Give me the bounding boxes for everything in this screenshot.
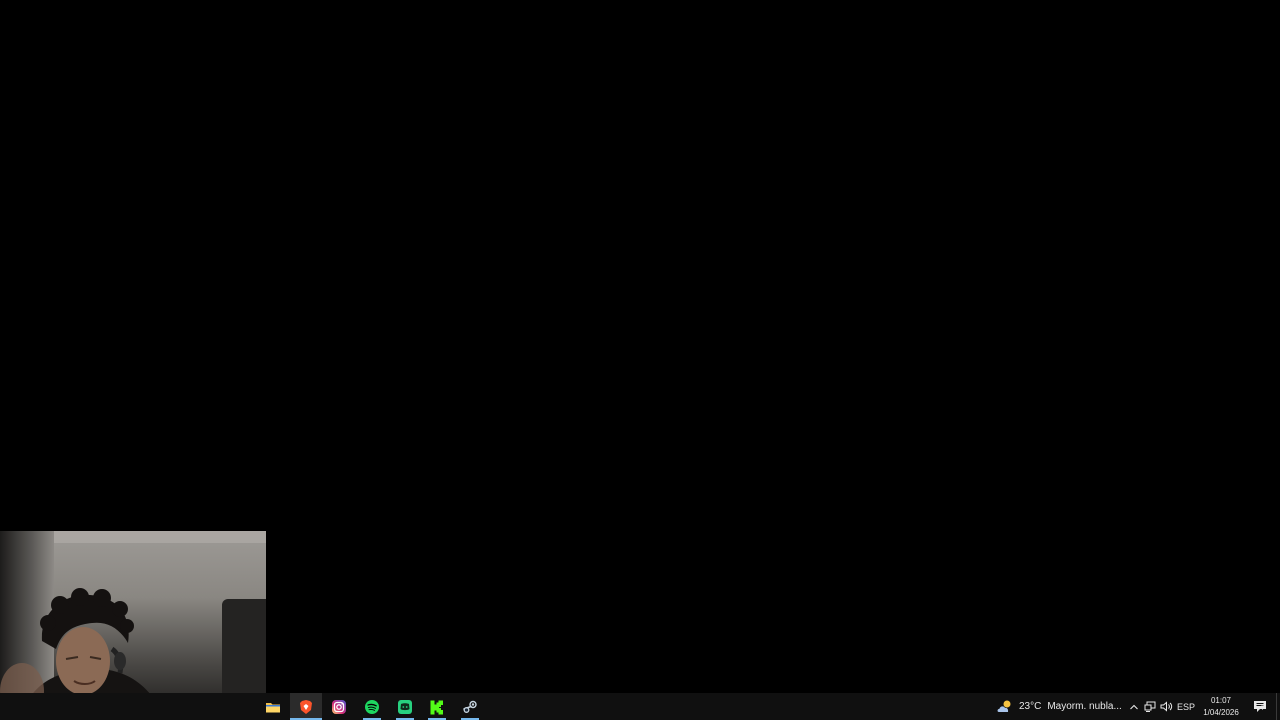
weather-widget[interactable]: 23°C Mayorm. nubla... (996, 693, 1122, 720)
notification-icon (1254, 701, 1266, 712)
chevron-up-icon (1130, 704, 1138, 709)
taskbar-app-brave[interactable] (290, 693, 322, 720)
taskbar-app-steam[interactable] (454, 693, 486, 720)
taskbar: 23°C Mayorm. nubla... ESP 01:07 1/04/202… (0, 693, 1280, 720)
network-icon (1144, 701, 1156, 712)
partly-cloudy-icon (997, 700, 1011, 712)
show-desktop-button[interactable] (1276, 693, 1277, 720)
network-button[interactable] (1143, 693, 1157, 720)
language-indicator[interactable]: ESP (1177, 693, 1195, 720)
weather-condition: Mayorm. nubla... (1047, 701, 1122, 712)
notification-center-button[interactable]: 7 (1250, 693, 1270, 720)
volume-button[interactable] (1159, 693, 1173, 720)
weather-temp: 23°C (1019, 701, 1042, 712)
language-label: ESP (1177, 701, 1196, 712)
spotify-icon (365, 699, 379, 714)
folder-icon (266, 702, 280, 712)
taskbar-app-discord[interactable] (389, 693, 421, 720)
brave-icon (300, 699, 312, 714)
instagram-icon (332, 699, 346, 714)
discord-icon (398, 699, 412, 714)
clock-time: 01:07 (1210, 696, 1232, 705)
steam-icon (463, 700, 477, 713)
clock[interactable]: 01:07 1/04/2026 (1196, 695, 1246, 719)
kick-icon (430, 700, 443, 714)
taskbar-app-instagram[interactable] (323, 693, 355, 720)
clock-date: 1/04/2026 (1203, 708, 1239, 717)
notification-count: 7 (1261, 706, 1265, 712)
speaker-icon (1160, 701, 1172, 712)
show-hidden-icons-button[interactable] (1127, 693, 1141, 720)
taskbar-app-file-explorer[interactable] (257, 693, 289, 720)
person-silhouette (0, 588, 165, 720)
taskbar-app-spotify[interactable] (356, 693, 388, 720)
webcam-overlay (0, 531, 266, 720)
taskbar-app-kick[interactable] (421, 693, 453, 720)
